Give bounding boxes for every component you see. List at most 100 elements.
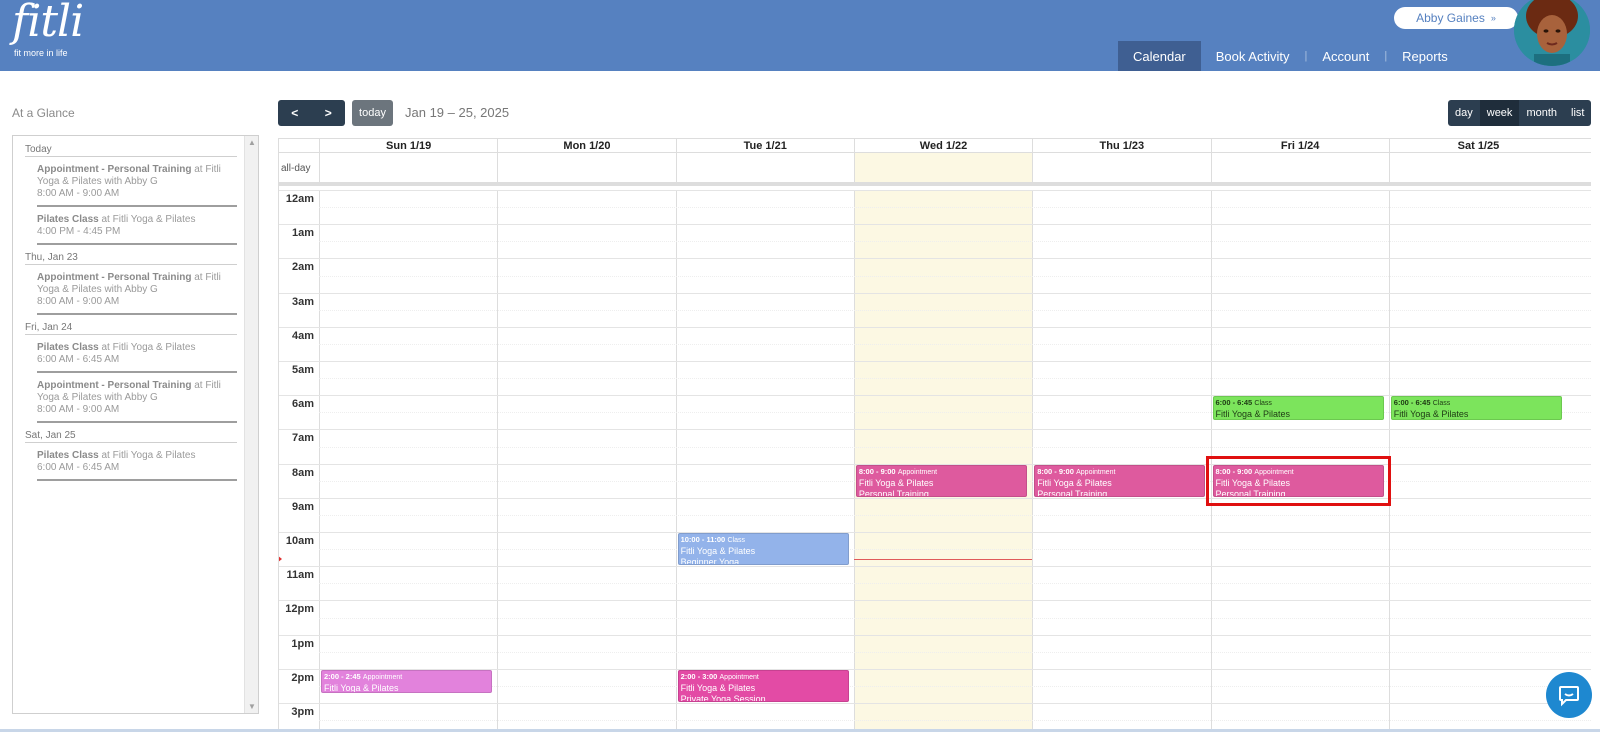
glance-day-label: Sat, Jan 25 — [25, 430, 237, 443]
glance-item[interactable]: Pilates Class at Fitli Yoga & Pilates 6:0… — [37, 450, 237, 481]
glance-day-label: Thu, Jan 23 — [25, 252, 237, 265]
glance-day-group: Today Appointment - Personal Training at … — [25, 144, 237, 245]
logo-tagline: fit more in life — [14, 48, 68, 58]
calendar-header-row: Sun 1/19 Mon 1/20 Tue 1/21 Wed 1/22 Thu 1/23… — [279, 139, 1591, 153]
view-switcher: day week month list — [1448, 100, 1592, 126]
fitli-logo[interactable]: fitli fit more in life — [10, 0, 90, 64]
hour-gridline — [279, 429, 1591, 431]
main-nav: Calendar Book Activity | Account | Repor… — [1118, 41, 1463, 71]
nav-book-activity[interactable]: Book Activity — [1201, 41, 1305, 71]
glance-item-title: Appointment - Personal Training — [37, 164, 192, 175]
day-column-header[interactable]: Fri 1/24 — [1210, 139, 1389, 153]
double-chevron-down-icon: » — [1490, 13, 1496, 23]
glance-item-title: Pilates Class — [37, 450, 99, 461]
all-day-cell[interactable] — [1388, 153, 1567, 182]
event-time: 2:00 - 2:45 — [324, 671, 361, 681]
glance-scrollbar[interactable]: ▲ ▼ — [244, 136, 258, 713]
next-week-button[interactable]: > — [312, 100, 346, 126]
time-slot-label: 4am — [291, 329, 314, 342]
event-detail: Fitli Yoga & Pilates — [1037, 477, 1112, 488]
day-column[interactable] — [1388, 190, 1567, 731]
half-hour-gridline — [319, 685, 1591, 687]
event-detail: Beginner Yoga — [680, 557, 740, 566]
hour-gridline — [279, 532, 1591, 533]
glance-title: At a Glance — [12, 106, 75, 120]
day-column[interactable] — [497, 190, 675, 731]
date-range-title: Jan 19 – 25, 2025 — [405, 105, 510, 120]
glance-item-time: 6:00 AM - 6:45 AM — [37, 354, 120, 365]
glance-item-title: Pilates Class — [37, 342, 99, 353]
glance-item[interactable]: Appointment - Personal Training at Fitli… — [37, 380, 237, 423]
glance-item[interactable]: Appointment - Personal Training at Fitli… — [37, 164, 237, 207]
event-type: Class — [1432, 400, 1451, 408]
all-day-cell[interactable] — [1032, 153, 1210, 182]
glance-item[interactable]: Pilates Class at Fitli Yoga & Pilates 4:0… — [37, 214, 237, 245]
day-column-header[interactable]: Sat 1/25 — [1388, 139, 1567, 153]
glance-day-group: Sat, Jan 25 Pilates Class at Fitli Yoga &… — [25, 430, 237, 481]
glance-list: Today Appointment - Personal Training at … — [25, 144, 237, 488]
all-day-cell[interactable] — [497, 153, 675, 182]
scroll-down-arrow-icon[interactable]: ▼ — [248, 702, 256, 711]
half-hour-gridline — [319, 207, 1591, 209]
calendar-event[interactable]: 6:00 - 6:45 Class Fitli Yoga & Pilates — [1212, 396, 1384, 420]
app-root: fitli fit more in life Abby Gaines » Cal… — [0, 0, 1600, 732]
event-detail: Fitli Yoga & Pilates — [858, 477, 934, 488]
half-hour-gridline — [319, 275, 1591, 277]
hour-gridline — [279, 361, 1591, 362]
nav-account[interactable]: Account — [1307, 41, 1384, 71]
calendar-event[interactable]: 6:00 - 6:45 Class Fitli Yoga & Pilates — [1390, 396, 1563, 420]
all-day-cell[interactable] — [1210, 153, 1389, 182]
day-column-header[interactable]: Tue 1/21 — [675, 139, 854, 153]
view-week-button[interactable]: week — [1479, 100, 1520, 126]
calendar-event[interactable]: 8:00 - 9:00 Appointment Fitli Yoga & Pila… — [1034, 464, 1206, 497]
glance-item-location: at Fitli Yoga & Pilates — [98, 342, 196, 353]
day-column-header[interactable]: Mon 1/20 — [497, 139, 675, 153]
user-name: Abby Gaines — [1416, 11, 1485, 25]
week-calendar: Sun 1/19 Mon 1/20 Tue 1/21 Wed 1/22 Thu 1/23… — [278, 138, 1591, 732]
glance-day-label: Fri, Jan 24 — [25, 322, 237, 335]
event-detail: Personal Training — [1037, 488, 1108, 497]
time-slot-label: 12am — [285, 193, 314, 205]
avatar[interactable] — [1514, 0, 1590, 66]
hour-gridline — [279, 224, 1591, 226]
all-day-cell[interactable] — [675, 153, 854, 182]
day-column[interactable] — [319, 190, 497, 731]
nav-reports[interactable]: Reports — [1387, 41, 1463, 71]
day-column-header[interactable]: Sun 1/19 — [319, 139, 497, 153]
glance-item[interactable]: Pilates Class at Fitli Yoga & Pilates 6:0… — [37, 342, 237, 373]
glance-item-time: 8:00 AM - 9:00 AM — [37, 188, 120, 199]
view-day-button[interactable]: day — [1448, 100, 1480, 126]
event-type: Appointment — [1076, 468, 1116, 476]
chat-button[interactable] — [1546, 672, 1592, 718]
glance-day-group: Fri, Jan 24 Pilates Class at Fitli Yoga &… — [25, 322, 237, 423]
glance-item-title: Pilates Class — [37, 214, 99, 225]
hour-gridline — [279, 634, 1591, 636]
event-type: Class — [727, 537, 745, 544]
half-hour-gridline — [319, 720, 1591, 722]
prev-week-button[interactable]: < — [278, 100, 312, 126]
calendar-event[interactable]: 8:00 - 9:00 Appointment Fitli Yoga & Pila… — [855, 464, 1028, 497]
calendar-event[interactable]: 2:00 - 3:00 Appointment Fitli Yoga & Pila… — [677, 669, 849, 702]
all-day-cell[interactable] — [319, 153, 497, 182]
today-button[interactable]: today — [352, 100, 393, 126]
day-column[interactable] — [675, 190, 854, 731]
user-menu-button[interactable]: Abby Gaines » — [1394, 7, 1518, 29]
hour-gridline — [279, 497, 1591, 499]
time-slot-label: 12pm — [285, 603, 314, 616]
view-month-button[interactable]: month — [1519, 100, 1564, 126]
glance-item[interactable]: Appointment - Personal Training at Fitli… — [37, 272, 237, 315]
half-hour-gridline — [319, 514, 1591, 516]
event-time: 6:00 - 6:45 — [1393, 398, 1431, 408]
day-column[interactable] — [853, 190, 1033, 731]
scroll-up-arrow-icon[interactable]: ▲ — [248, 138, 256, 147]
calendar-event[interactable]: 2:00 - 2:45 Appointment Fitli Yoga & Pila… — [321, 669, 493, 694]
calendar-event[interactable]: 10:00 - 11:00 Class Fitli Yoga & Pilates B… — [677, 533, 849, 566]
day-column-header[interactable]: Thu 1/23 — [1032, 139, 1210, 153]
nav-calendar[interactable]: Calendar — [1118, 41, 1201, 71]
glance-item-time: 8:00 AM - 9:00 AM — [37, 296, 120, 307]
time-slot-label: 8am — [291, 466, 314, 479]
all-day-cell[interactable] — [853, 153, 1033, 182]
day-column-header[interactable]: Wed 1/22 — [853, 139, 1032, 153]
view-list-button[interactable]: list — [1564, 100, 1591, 126]
day-column[interactable] — [1032, 190, 1210, 731]
